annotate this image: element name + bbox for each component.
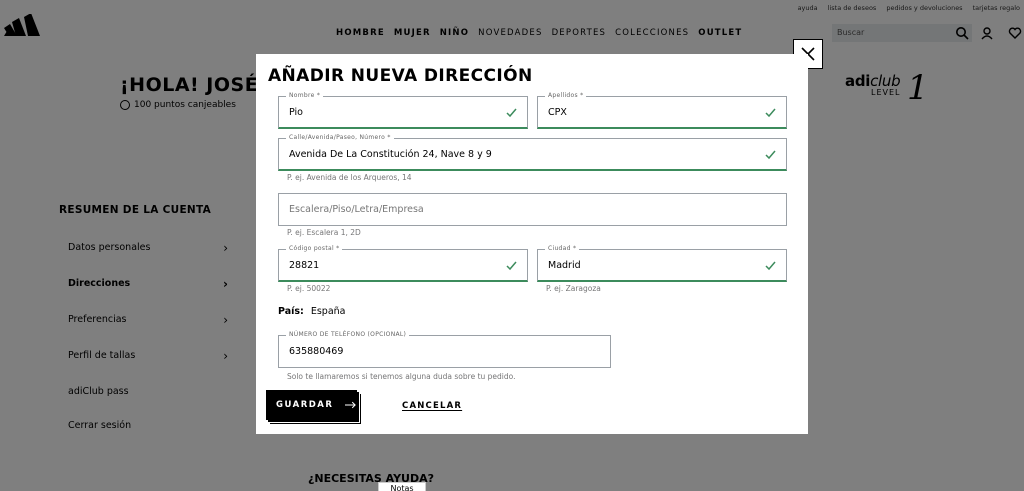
codigo-postal-field[interactable]: Código postal * 28821 [278,245,528,282]
country-label: País: [278,306,304,317]
check-icon [765,261,776,271]
notes-tab[interactable]: Notas [378,482,426,491]
check-icon [506,108,517,118]
telefono-hint: Solo te llamaremos si tenemos alguna dud… [287,372,516,381]
cancel-button[interactable]: CANCELAR [402,401,462,411]
calle-value: Avenida De La Constitución 24, Nave 8 y … [289,149,492,160]
calle-field[interactable]: Calle/Avenida/Paseo, Número * Avenida De… [278,134,787,171]
cp-label: Código postal * [286,245,343,252]
escalera-hint: P. ej. Escalera 1, 2D [287,228,361,237]
add-address-dialog: AÑADIR NUEVA DIRECCIÓN Nombre * Pio Apel… [256,54,808,434]
nombre-label: Nombre * [286,92,324,99]
ciudad-label: Ciudad * [545,245,580,252]
calle-hint: P. ej. Avenida de los Arqueros, 14 [287,173,412,182]
check-icon [765,150,776,160]
nombre-value: Pio [289,107,303,118]
ciudad-hint: P. ej. Zaragoza [546,284,601,293]
apellidos-field[interactable]: Apellidos * CPX [537,92,787,129]
cp-hint: P. ej. 50022 [287,284,331,293]
country-row: País: España [278,306,346,317]
check-icon [765,108,776,118]
nombre-field[interactable]: Nombre * Pio [278,92,528,129]
apellidos-label: Apellidos * [545,92,587,99]
save-button[interactable]: GUARDAR [266,390,357,420]
escalera-placeholder: Escalera/Piso/Letra/Empresa [289,204,424,215]
save-label: GUARDAR [276,400,334,410]
check-icon [506,261,517,271]
apellidos-value: CPX [548,107,567,118]
ciudad-field[interactable]: Ciudad * Madrid [537,245,787,282]
calle-label: Calle/Avenida/Paseo, Número * [286,134,394,141]
arrow-right-icon [345,401,357,409]
ciudad-value: Madrid [548,260,581,271]
dialog-title: AÑADIR NUEVA DIRECCIÓN [268,66,533,86]
telefono-label: NÚMERO DE TELÉFONO (OPCIONAL) [286,331,410,338]
telefono-field[interactable]: NÚMERO DE TELÉFONO (OPCIONAL) 635880469 [278,331,611,368]
cp-value: 28821 [289,260,320,271]
telefono-value: 635880469 [289,346,344,357]
escalera-field[interactable]: Escalera/Piso/Letra/Empresa [278,193,787,226]
country-value: España [310,306,346,317]
